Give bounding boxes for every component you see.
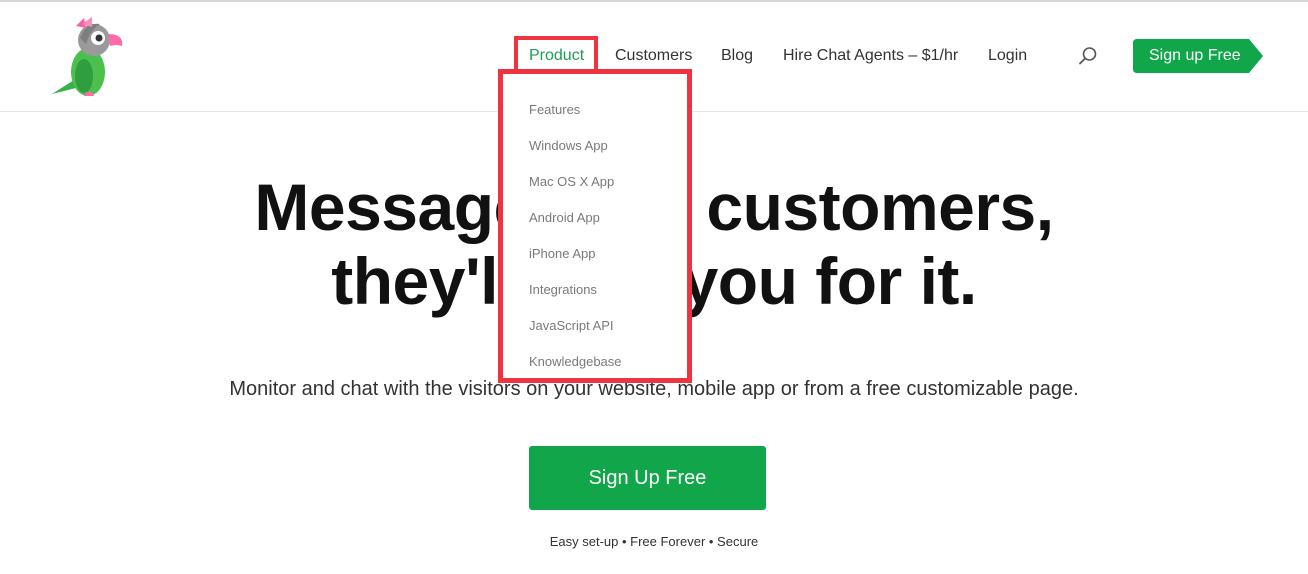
menu-item-knowledgebase[interactable]: Knowledgebase: [529, 354, 622, 370]
nav-blog[interactable]: Blog: [721, 46, 753, 66]
menu-item-integrations[interactable]: Integrations: [529, 282, 597, 298]
nav-login[interactable]: Login: [988, 46, 1027, 66]
menu-item-windows-app[interactable]: Windows App: [529, 138, 608, 154]
signup-cta-button[interactable]: Sign Up Free: [529, 446, 766, 510]
menu-item-javascript-api[interactable]: JavaScript API: [529, 318, 614, 334]
parrot-logo-icon[interactable]: [46, 16, 126, 98]
product-dropdown-menu: Features Windows App Mac OS X App Androi…: [498, 69, 692, 383]
nav-hire-chat-agents[interactable]: Hire Chat Agents – $1/hr: [783, 46, 958, 66]
signup-header-label: Sign up Free: [1149, 47, 1241, 64]
menu-item-features[interactable]: Features: [529, 102, 580, 118]
search-icon[interactable]: [1078, 46, 1098, 66]
hero-tagline: Easy set-up • Free Forever • Secure: [549, 534, 759, 549]
signup-header-button[interactable]: Sign up Free: [1133, 39, 1263, 73]
menu-item-mac-os-x-app[interactable]: Mac OS X App: [529, 174, 614, 190]
menu-item-iphone-app[interactable]: iPhone App: [529, 246, 596, 262]
menu-item-android-app[interactable]: Android App: [529, 210, 600, 226]
nav-customers[interactable]: Customers: [615, 46, 692, 66]
